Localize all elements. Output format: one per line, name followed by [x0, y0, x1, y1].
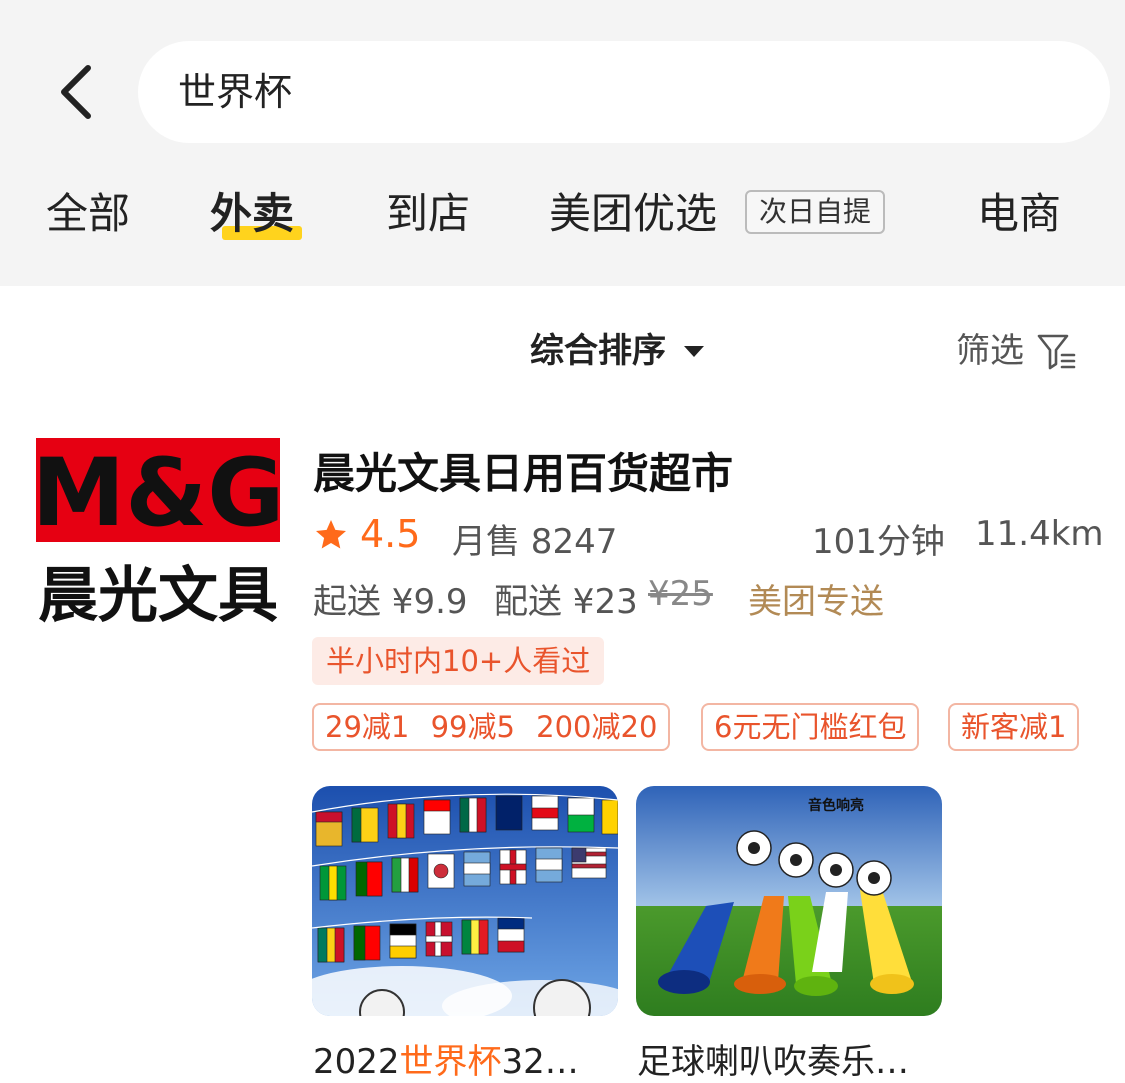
product-title[interactable]: 足球喇叭吹奏乐… — [637, 1034, 937, 1083]
tab-takeout-label: 外卖 — [210, 189, 295, 238]
tab-ecommerce[interactable]: 电商 — [977, 182, 1061, 246]
store-name[interactable]: 晨光文具日用百货超市 — [313, 440, 733, 501]
next-day-pickup-badge: 次日自提 — [745, 190, 886, 234]
tab-meituan-select[interactable]: 美团优选 — [549, 182, 717, 246]
tab-takeout[interactable]: 外卖 — [210, 182, 294, 246]
product-image-horns[interactable]: 音色响亮 — [636, 786, 942, 1016]
monthly-sales: 月售 8247 — [452, 522, 618, 562]
back-button[interactable] — [44, 52, 108, 132]
tab-all[interactable]: 全部 — [46, 182, 130, 246]
promo-item: 29减1 — [325, 710, 410, 744]
sort-dropdown[interactable]: 综合排序 — [530, 326, 704, 376]
logo-mg-text: M&G — [32, 439, 284, 548]
mg-logo-image: M&G 晨光文具 — [32, 432, 284, 628]
store-rating: 4.5 — [360, 512, 421, 556]
filter-label: 筛选 — [956, 331, 1024, 371]
distance: 11.4km — [975, 514, 1104, 554]
search-input[interactable]: 世界杯 — [138, 41, 1110, 143]
title-prefix: 2022 — [313, 1042, 400, 1082]
recent-views-tag: 半小时内10+人看过 — [312, 637, 605, 685]
football-horn-image: 音色响亮 — [636, 786, 942, 1016]
product-image-flags[interactable] — [312, 786, 618, 1016]
filter-icon — [1037, 334, 1076, 370]
delivery-fee: 配送 ¥23 — [494, 582, 638, 622]
title-suffix: 32… — [501, 1042, 579, 1082]
title-highlight: 世界杯 — [399, 1042, 502, 1082]
chevron-left-icon — [61, 65, 91, 119]
min-order-amount: 起送 ¥9.9 — [313, 582, 468, 622]
product-title[interactable]: 2022世界杯32… — [313, 1034, 613, 1083]
red-packet-promo[interactable]: 6元无门槛红包 — [701, 703, 920, 751]
search-header: 世界杯 全部 外卖 到店 美团优选 次日自提 电商 — [0, 0, 1125, 286]
caret-down-icon — [684, 345, 704, 357]
new-customer-promo[interactable]: 新客减1 — [948, 703, 1080, 751]
promo-item: 99减5 — [430, 710, 515, 744]
original-delivery-fee: ¥25 — [648, 574, 713, 614]
delivery-time: 101分钟 — [812, 522, 945, 562]
image-caption: 音色响亮 — [808, 797, 864, 814]
delivery-type: 美团专送 — [748, 582, 884, 622]
tab-in-store[interactable]: 到店 — [386, 182, 470, 246]
store-logo[interactable]: M&G 晨光文具 — [32, 432, 284, 628]
search-query-text: 世界杯 — [178, 70, 293, 114]
sort-label: 综合排序 — [530, 331, 666, 371]
filter-button[interactable]: 筛选 — [956, 326, 1078, 376]
world-cup-flags-image — [312, 786, 618, 1016]
promo-item: 200减20 — [536, 710, 658, 744]
star-icon — [316, 520, 346, 549]
full-reduction-promo[interactable]: 29减1 99减5 200减20 — [312, 703, 671, 751]
logo-brand-text: 晨光文具 — [38, 561, 278, 628]
